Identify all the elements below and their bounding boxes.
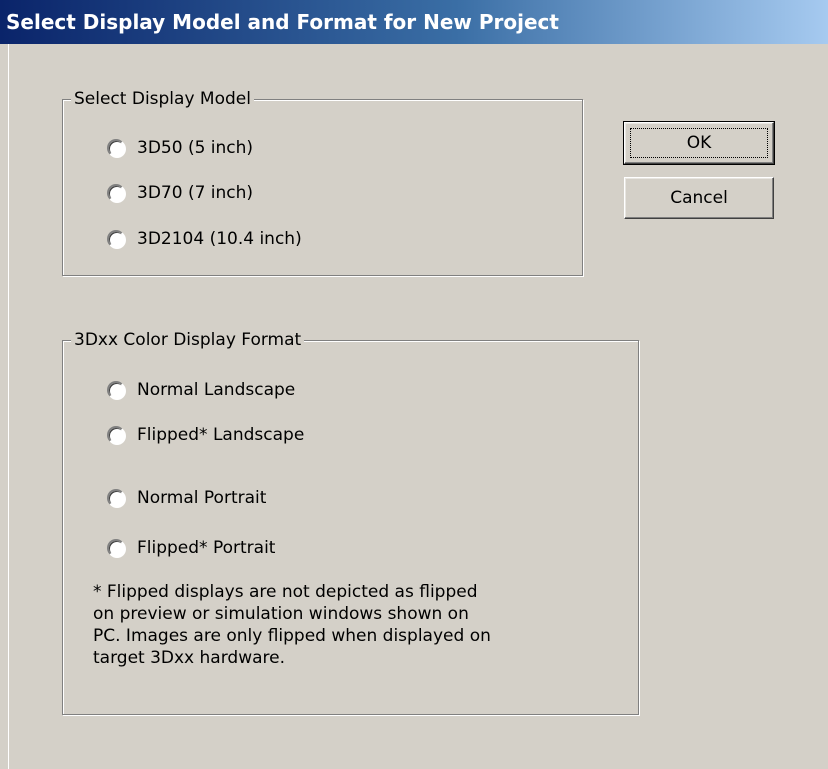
display-model-group-label: Select Display Model xyxy=(71,88,254,110)
radio-flipped-landscape-circle[interactable] xyxy=(107,426,125,444)
radio-3d70-label: 3D70 (7 inch) xyxy=(137,183,254,203)
radio-normal-portrait[interactable]: Normal Portrait xyxy=(107,487,266,509)
radio-flipped-portrait[interactable]: Flipped* Portrait xyxy=(107,537,275,559)
window-title: Select Display Model and Format for New … xyxy=(6,10,559,34)
radio-flipped-landscape[interactable]: Flipped* Landscape xyxy=(107,424,304,446)
radio-3d2104[interactable]: 3D2104 (10.4 inch) xyxy=(107,228,302,250)
cancel-button[interactable]: Cancel xyxy=(624,177,774,219)
radio-normal-portrait-label: Normal Portrait xyxy=(137,488,267,508)
radio-normal-landscape-label: Normal Landscape xyxy=(137,380,296,400)
window-title-bar[interactable]: Select Display Model and Format for New … xyxy=(0,0,828,44)
ok-button[interactable]: OK xyxy=(623,121,775,165)
radio-3d2104-circle[interactable] xyxy=(107,230,125,248)
radio-flipped-landscape-label: Flipped* Landscape xyxy=(137,425,305,445)
radio-3d50-label: 3D50 (5 inch) xyxy=(137,138,254,158)
radio-normal-landscape-circle[interactable] xyxy=(107,381,125,399)
radio-flipped-portrait-label: Flipped* Portrait xyxy=(137,538,276,558)
radio-normal-landscape[interactable]: Normal Landscape xyxy=(107,379,295,401)
ok-button-label: OK xyxy=(630,128,768,158)
radio-3d50-circle[interactable] xyxy=(107,139,125,157)
display-format-groupbox: 3Dxx Color Display Format Normal Landsca… xyxy=(62,329,639,715)
radio-normal-portrait-circle[interactable] xyxy=(107,489,125,507)
radio-3d70[interactable]: 3D70 (7 inch) xyxy=(107,182,253,204)
radio-3d2104-label: 3D2104 (10.4 inch) xyxy=(137,229,302,249)
new-project-dialog: Select Display Model and Format for New … xyxy=(0,0,828,769)
flipped-footnote: * Flipped displays are not depicted as f… xyxy=(93,582,491,668)
dialog-left-edge xyxy=(0,44,9,769)
radio-3d50[interactable]: 3D50 (5 inch) xyxy=(107,137,253,159)
radio-3d70-circle[interactable] xyxy=(107,184,125,202)
radio-flipped-portrait-circle[interactable] xyxy=(107,539,125,557)
display-model-groupbox: Select Display Model 3D50 (5 inch) 3D70 … xyxy=(62,88,583,276)
display-format-group-label: 3Dxx Color Display Format xyxy=(71,329,305,351)
cancel-button-label: Cancel xyxy=(670,188,728,208)
